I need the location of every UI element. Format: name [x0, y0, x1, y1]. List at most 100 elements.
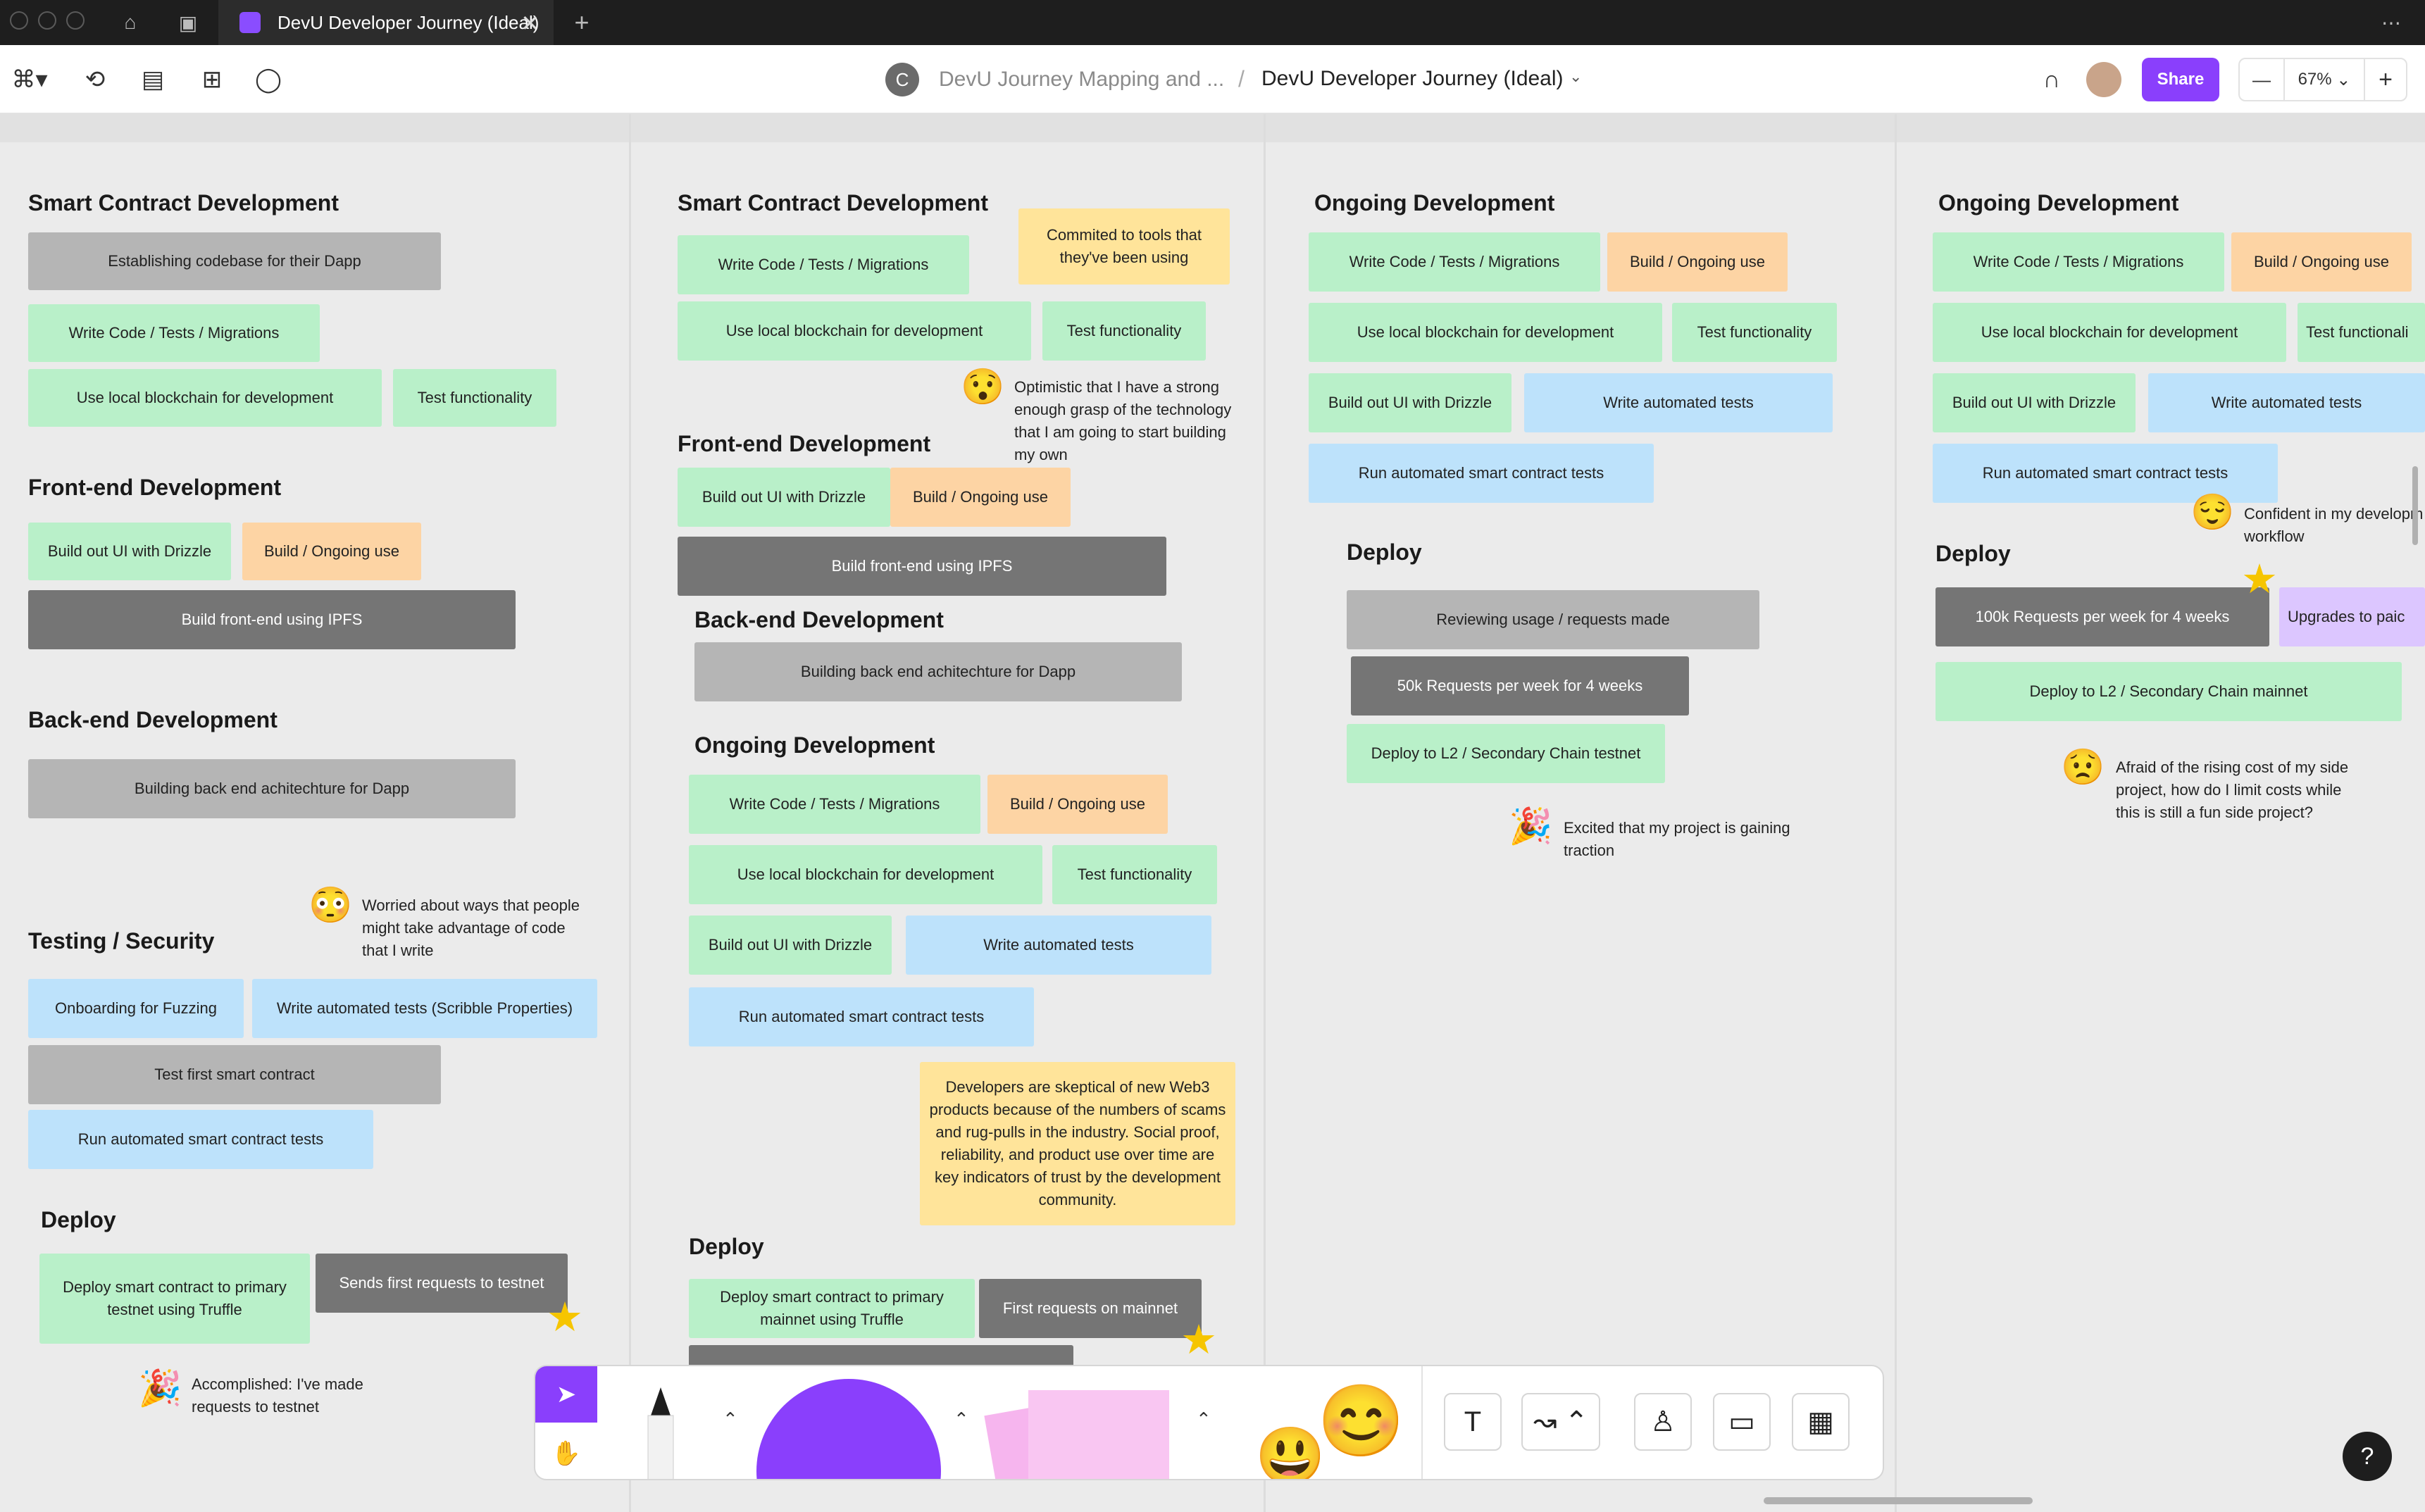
- sticky-note[interactable]: Build out UI with Drizzle: [1933, 373, 2136, 432]
- sticky-note[interactable]: First requests on mainnet: [979, 1279, 1202, 1338]
- templates-icon[interactable]: ⊞: [194, 62, 230, 97]
- relieved-face-emoji[interactable]: 😌: [2190, 494, 2234, 530]
- star-sticker-icon[interactable]: ★: [1180, 1320, 1217, 1361]
- vertical-scrollbar[interactable]: [2412, 466, 2418, 545]
- new-tab-button[interactable]: +: [561, 0, 603, 45]
- section-tool-icon[interactable]: ▭: [1713, 1393, 1771, 1451]
- grinning-face-sticker-icon[interactable]: 😃: [1255, 1428, 1326, 1480]
- sticky-note[interactable]: Run automated smart contract tests: [689, 987, 1034, 1046]
- zoom-out-button[interactable]: —: [2240, 69, 2283, 91]
- tab-active-file[interactable]: DevU Developer Journey (Ideal) ✕: [218, 0, 554, 45]
- sticky-note[interactable]: Write Code / Tests / Migrations: [678, 235, 969, 294]
- main-menu-icon[interactable]: ⌘▾: [8, 62, 51, 97]
- help-button[interactable]: ?: [2343, 1432, 2392, 1481]
- sticky-note[interactable]: Reviewing usage / requests made: [1347, 590, 1759, 649]
- sticky-note[interactable]: Write automated tests (Scribble Properti…: [252, 979, 597, 1038]
- emotion-note[interactable]: Optimistic that I have a strong enough g…: [1014, 376, 1247, 466]
- star-sticker-icon[interactable]: ★: [547, 1297, 583, 1338]
- minimize-window-button[interactable]: [38, 11, 56, 30]
- sticky-note[interactable]: Use local blockchain for development: [1933, 303, 2286, 362]
- sticky-note[interactable]: Build / Ongoing use: [242, 523, 421, 580]
- sticky-note[interactable]: Test functionality: [1042, 301, 1206, 361]
- sticky-note[interactable]: Use local blockchain for development: [678, 301, 1031, 361]
- sticky-note[interactable]: Run automated smart contract tests: [1309, 444, 1654, 503]
- sticky-note[interactable]: Upgrades to paic: [2279, 587, 2425, 646]
- sticky-note[interactable]: 50k Requests per week for 4 weeks: [1351, 656, 1689, 716]
- sticky-note[interactable]: Building back end achitechture for Dapp: [694, 642, 1182, 701]
- sticky-note[interactable]: Developers are skeptical of new Web3 pro…: [920, 1062, 1235, 1225]
- sticky-note[interactable]: Write Code / Tests / Migrations: [1933, 232, 2224, 292]
- star-sticker-icon[interactable]: ★: [2241, 559, 2278, 600]
- sticky-note[interactable]: Build / Ongoing use: [890, 468, 1071, 527]
- team-avatar[interactable]: C: [885, 63, 919, 96]
- sticky-note[interactable]: Write automated tests: [2148, 373, 2425, 432]
- smiling-face-sticker-icon[interactable]: 😊: [1317, 1386, 1405, 1456]
- sticky-note[interactable]: Test functionality: [393, 369, 556, 427]
- chevron-up-icon[interactable]: ⌃: [723, 1408, 738, 1430]
- resources-icon[interactable]: ▤: [135, 62, 170, 97]
- maximize-window-button[interactable]: [66, 11, 85, 30]
- sticky-note[interactable]: Write automated tests: [906, 916, 1211, 975]
- sticky-note[interactable]: Write Code / Tests / Migrations: [1309, 232, 1600, 292]
- sticky-note[interactable]: Build / Ongoing use: [2231, 232, 2412, 292]
- sticky-note[interactable]: Onboarding for Fuzzing: [28, 979, 244, 1038]
- sticky-note[interactable]: Test functionality: [1052, 845, 1217, 904]
- emotion-note[interactable]: Confident in my developm workflow: [2244, 503, 2425, 548]
- chevron-up-icon[interactable]: ⌃: [1196, 1408, 1211, 1430]
- sticky-note[interactable]: Write automated tests: [1524, 373, 1833, 432]
- sticky-note[interactable]: Deploy to L2 / Secondary Chain testnet: [1347, 724, 1665, 783]
- sticky-note[interactable]: Test functionality: [1672, 303, 1837, 362]
- sticky-note-tool-icon[interactable]: [1028, 1390, 1169, 1479]
- party-popper-emoji[interactable]: 🎉: [1509, 808, 1552, 844]
- sticky-note[interactable]: Build out UI with Drizzle: [1309, 373, 1511, 432]
- emotion-note[interactable]: Afraid of the rising cost of my side pro…: [2116, 756, 2369, 824]
- sticky-note[interactable]: Test functionali: [2298, 303, 2425, 362]
- flushed-face-emoji[interactable]: 😳: [308, 887, 352, 923]
- emotion-note[interactable]: Accomplished: I've made requests to test…: [192, 1373, 403, 1418]
- select-tool-icon[interactable]: ➤: [535, 1366, 597, 1423]
- text-tool-icon[interactable]: T: [1444, 1393, 1502, 1451]
- sticky-note[interactable]: Deploy to L2 / Secondary Chain mainnet: [1935, 662, 2402, 721]
- close-tab-icon[interactable]: ✕: [520, 10, 540, 37]
- sticky-note[interactable]: 100k Requests per week for 4 weeks: [1935, 587, 2269, 646]
- stamp-tool-icon[interactable]: ♙: [1634, 1393, 1692, 1451]
- sticky-note[interactable]: Deploy smart contract to primary testnet…: [39, 1254, 310, 1344]
- zoom-level-dropdown[interactable]: 67% ⌄: [2283, 59, 2365, 100]
- sticky-note[interactable]: Build out UI with Drizzle: [678, 468, 890, 527]
- hushed-face-emoji[interactable]: 😯: [961, 369, 1004, 404]
- home-icon[interactable]: ⌂: [106, 0, 155, 45]
- close-window-button[interactable]: [10, 11, 28, 30]
- sticky-note[interactable]: Building back end achitechture for Dapp: [28, 759, 516, 818]
- audio-call-icon[interactable]: ∩: [2034, 62, 2069, 97]
- sticky-note[interactable]: Deploy smart contract to primary mainnet…: [689, 1279, 975, 1338]
- chevron-down-icon[interactable]: ⌄: [1569, 68, 1582, 86]
- share-button[interactable]: Share: [2142, 58, 2219, 101]
- sticky-note[interactable]: Build / Ongoing use: [1607, 232, 1788, 292]
- horizontal-scrollbar[interactable]: [1764, 1497, 2033, 1504]
- sticky-note[interactable]: Use local blockchain for development: [689, 845, 1042, 904]
- sticky-note[interactable]: Test first smart contract: [28, 1045, 441, 1104]
- emotion-note[interactable]: Excited that my project is gaining tract…: [1564, 817, 1817, 862]
- worried-face-emoji[interactable]: 😟: [2061, 749, 2105, 785]
- sticky-note[interactable]: Run automated smart contract tests: [28, 1110, 373, 1169]
- chevron-up-icon[interactable]: ⌃: [954, 1408, 969, 1430]
- emotion-note[interactable]: Worried about ways that people might tak…: [362, 894, 594, 962]
- marker-tool-icon[interactable]: [640, 1387, 682, 1480]
- sticky-note[interactable]: Write Code / Tests / Migrations: [28, 304, 320, 362]
- zoom-in-button[interactable]: +: [2365, 66, 2406, 94]
- ai-actions-icon[interactable]: ⟲: [77, 62, 113, 97]
- connector-tool-icon[interactable]: ↝ ⌃: [1521, 1393, 1600, 1451]
- shape-tool-icon[interactable]: [756, 1379, 941, 1479]
- sticky-note[interactable]: Establishing codebase for their Dapp: [28, 232, 441, 290]
- sticky-note[interactable]: Use local blockchain for development: [1309, 303, 1662, 362]
- more-menu-icon[interactable]: ⋯: [2367, 0, 2416, 45]
- sticky-note[interactable]: Build front-end using IPFS: [678, 537, 1166, 596]
- sticky-note[interactable]: Build front-end using IPFS: [28, 590, 516, 649]
- breadcrumb-project[interactable]: DevU Journey Mapping and ...: [939, 68, 1224, 92]
- file-tab-icon[interactable]: ▣: [163, 0, 213, 45]
- party-popper-emoji[interactable]: 🎉: [138, 1370, 182, 1406]
- sticky-note[interactable]: Build out UI with Drizzle: [28, 523, 231, 580]
- sticky-note[interactable]: Commited to tools that they've been usin…: [1018, 208, 1230, 285]
- comment-icon[interactable]: ◯: [251, 62, 286, 97]
- user-avatar[interactable]: [2086, 62, 2121, 97]
